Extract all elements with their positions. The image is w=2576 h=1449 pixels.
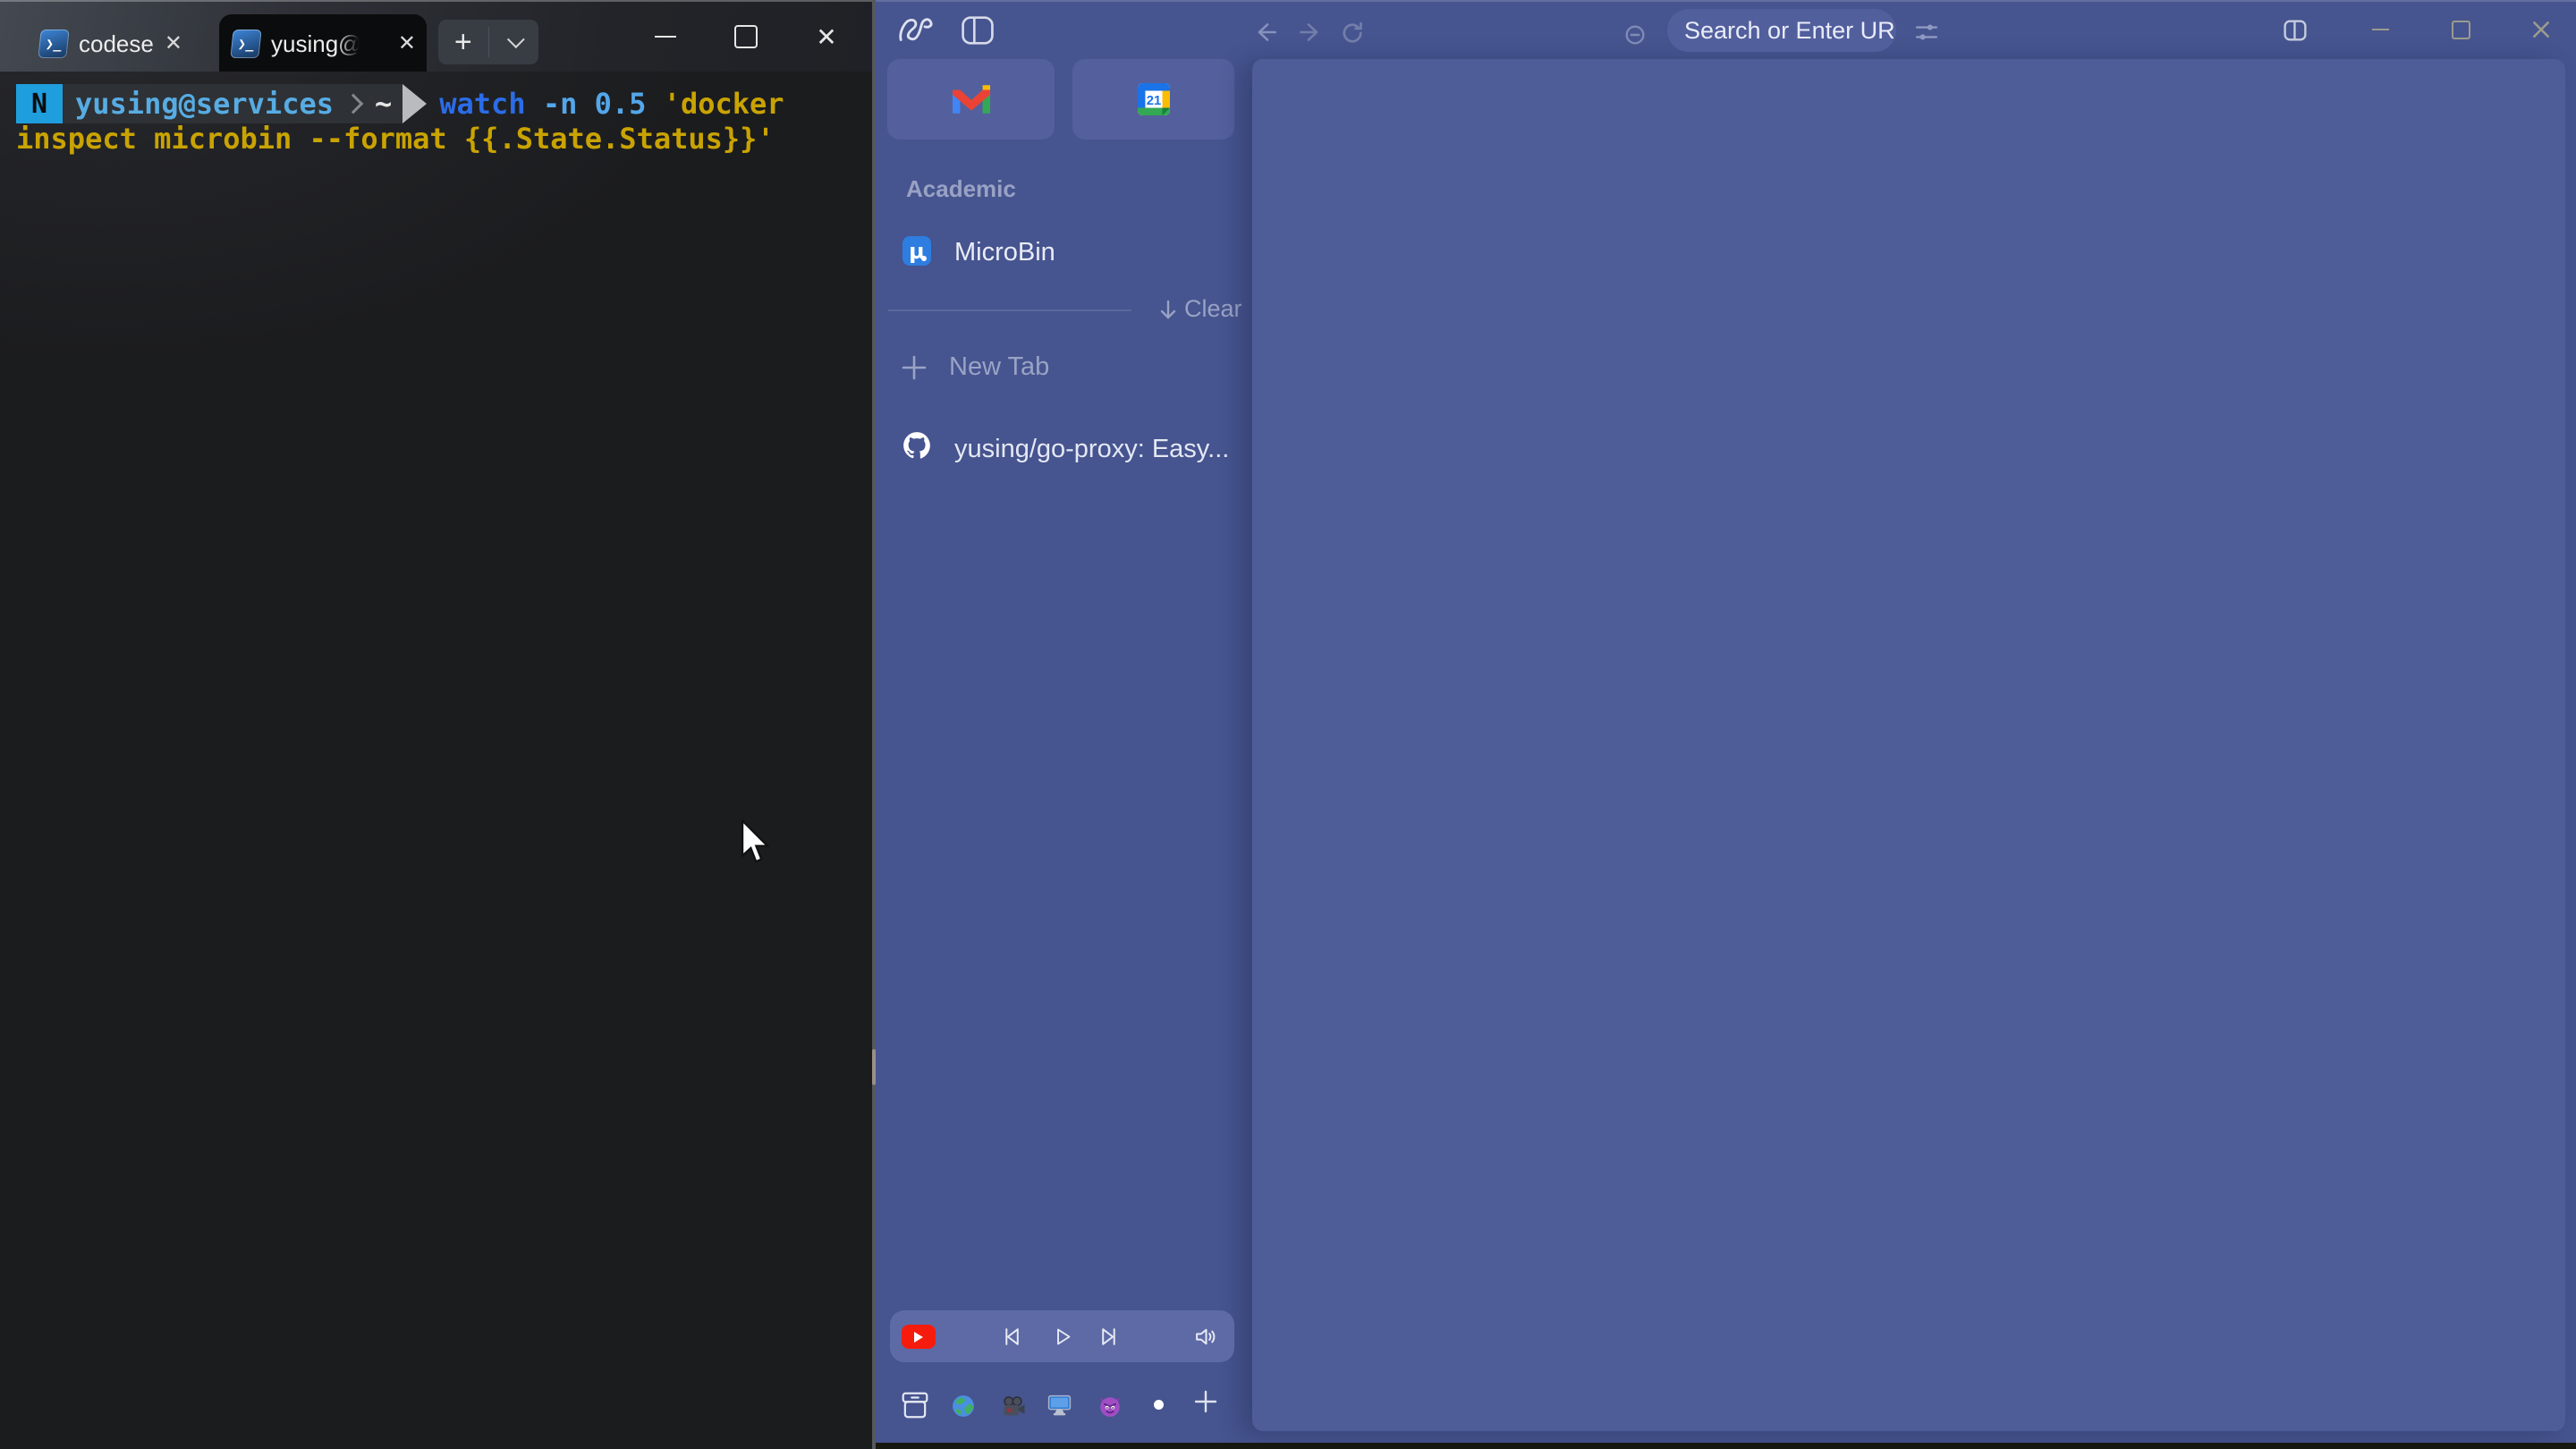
pinned-tab-google-calendar[interactable]: 21 <box>1072 59 1234 140</box>
split-view-button[interactable] <box>2284 20 2307 41</box>
archive-icon[interactable] <box>900 1390 930 1420</box>
terminal-screen[interactable]: N yusing@services ~ watch -n 0.5 'docker… <box>0 72 872 1449</box>
workspace-active-dot[interactable] <box>1154 1400 1164 1410</box>
chevron-down-icon <box>507 30 525 48</box>
workspace-section-label: Academic <box>906 175 1016 203</box>
taskbar-edge <box>876 1443 2576 1449</box>
nix-env-badge: N <box>16 84 63 123</box>
tab-label: yusing@ <box>271 30 362 58</box>
plus-icon <box>901 354 928 381</box>
workspace-earth-globe-icon[interactable] <box>952 1394 975 1418</box>
maximize-icon <box>2452 21 2470 39</box>
command-line-1: watch -n 0.5 'docker <box>439 87 784 121</box>
terminal-window: ❯_ codese ✕ ❯_ yusing@ ✕ + ✕ N yus <box>0 0 872 1449</box>
plus-icon <box>1192 1388 1219 1415</box>
microbin-favicon[interactable]: µ <box>902 236 931 266</box>
preferences-sliders-icon[interactable] <box>1915 21 1938 43</box>
zen-browser-logo-button[interactable] <box>897 13 935 47</box>
new-tab-button[interactable]: New Tab <box>901 352 1049 382</box>
google-calendar-icon: 21 <box>1138 83 1170 115</box>
powerline-arrow-icon <box>402 84 427 123</box>
reload-button[interactable] <box>1339 20 1366 47</box>
maximize-icon <box>734 25 758 48</box>
gmail-icon <box>953 85 990 114</box>
new-terminal-tab-button[interactable]: + <box>438 21 488 63</box>
sidebar-tab-go-proxy[interactable]: yusing/go-proxy: Easy... <box>954 435 1228 464</box>
browser-close-button[interactable] <box>2517 2 2565 57</box>
terminal-close-button[interactable]: ✕ <box>798 2 855 72</box>
tab-label: codese <box>79 30 154 58</box>
next-track-button[interactable] <box>1098 1326 1121 1348</box>
minimize-icon <box>655 36 676 38</box>
clear-tabs-button[interactable]: Clear <box>1158 295 1242 323</box>
profile-dropdown-button[interactable] <box>489 36 539 48</box>
divider <box>888 309 1131 311</box>
sidebar-tab-microbin[interactable]: MicroBin <box>954 238 1055 267</box>
close-icon <box>2531 20 2551 39</box>
powershell-icon: ❯_ <box>38 30 69 58</box>
svg-text:21: 21 <box>1146 94 1160 108</box>
terminal-maximize-button[interactable] <box>717 2 775 72</box>
add-workspace-button[interactable] <box>1192 1388 1219 1415</box>
browser-window: 21 Academic µ MicroBin Clear New Tab <box>876 0 2576 1449</box>
minimize-icon <box>2372 29 2389 30</box>
mouse-cursor <box>741 819 775 868</box>
tab-actions-panel: + <box>438 20 538 64</box>
terminal-tab-codeserver[interactable]: ❯_ codese ✕ <box>27 14 193 73</box>
current-directory: ~ <box>375 87 392 121</box>
forward-button[interactable] <box>1297 20 1322 45</box>
close-icon: ✕ <box>816 22 836 52</box>
command-line-2: inspect microbin --format {{.State.Statu… <box>16 122 775 156</box>
workspace-movie-camera-icon[interactable] <box>1002 1396 1026 1417</box>
url-search-bar[interactable]: Search or Enter URL... <box>1667 9 1896 52</box>
tab-close-icon[interactable]: ✕ <box>165 33 182 55</box>
github-icon[interactable] <box>902 430 932 461</box>
volume-button[interactable] <box>1194 1326 1218 1348</box>
powershell-icon: ❯_ <box>230 30 261 58</box>
terminal-tab-yusing-active[interactable]: ❯_ yusing@ ✕ <box>219 14 427 73</box>
prompt-line: N yusing@services ~ watch -n 0.5 'docker <box>16 84 784 123</box>
youtube-icon[interactable] <box>902 1325 936 1349</box>
workspace-desktop-computer-icon[interactable] <box>1047 1394 1072 1416</box>
link-icon[interactable] <box>1623 23 1647 47</box>
back-button[interactable] <box>1254 20 1279 45</box>
play-button[interactable] <box>1052 1326 1073 1348</box>
workspace-devil-face-icon[interactable] <box>1098 1394 1122 1418</box>
browser-minimize-button[interactable] <box>2356 2 2404 57</box>
user-host: yusing@services <box>75 87 334 121</box>
tab-close-icon[interactable]: ✕ <box>398 33 416 55</box>
media-player <box>890 1310 1234 1362</box>
powerline-segment: yusing@services ~ <box>63 84 402 123</box>
arrow-down-icon <box>1158 299 1178 320</box>
sidebar-toggle-button[interactable] <box>962 16 994 45</box>
chevron-right-icon <box>343 94 364 114</box>
screen: ❯_ codese ✕ ❯_ yusing@ ✕ + ✕ N yus <box>0 0 2576 1449</box>
browser-maximize-button[interactable] <box>2436 2 2485 57</box>
previous-track-button[interactable] <box>1000 1326 1022 1348</box>
terminal-tab-bar: ❯_ codese ✕ ❯_ yusing@ ✕ + ✕ <box>0 0 872 72</box>
terminal-minimize-button[interactable] <box>637 2 694 72</box>
browser-content-area[interactable] <box>1252 59 2565 1431</box>
pinned-tab-gmail[interactable] <box>887 59 1055 140</box>
